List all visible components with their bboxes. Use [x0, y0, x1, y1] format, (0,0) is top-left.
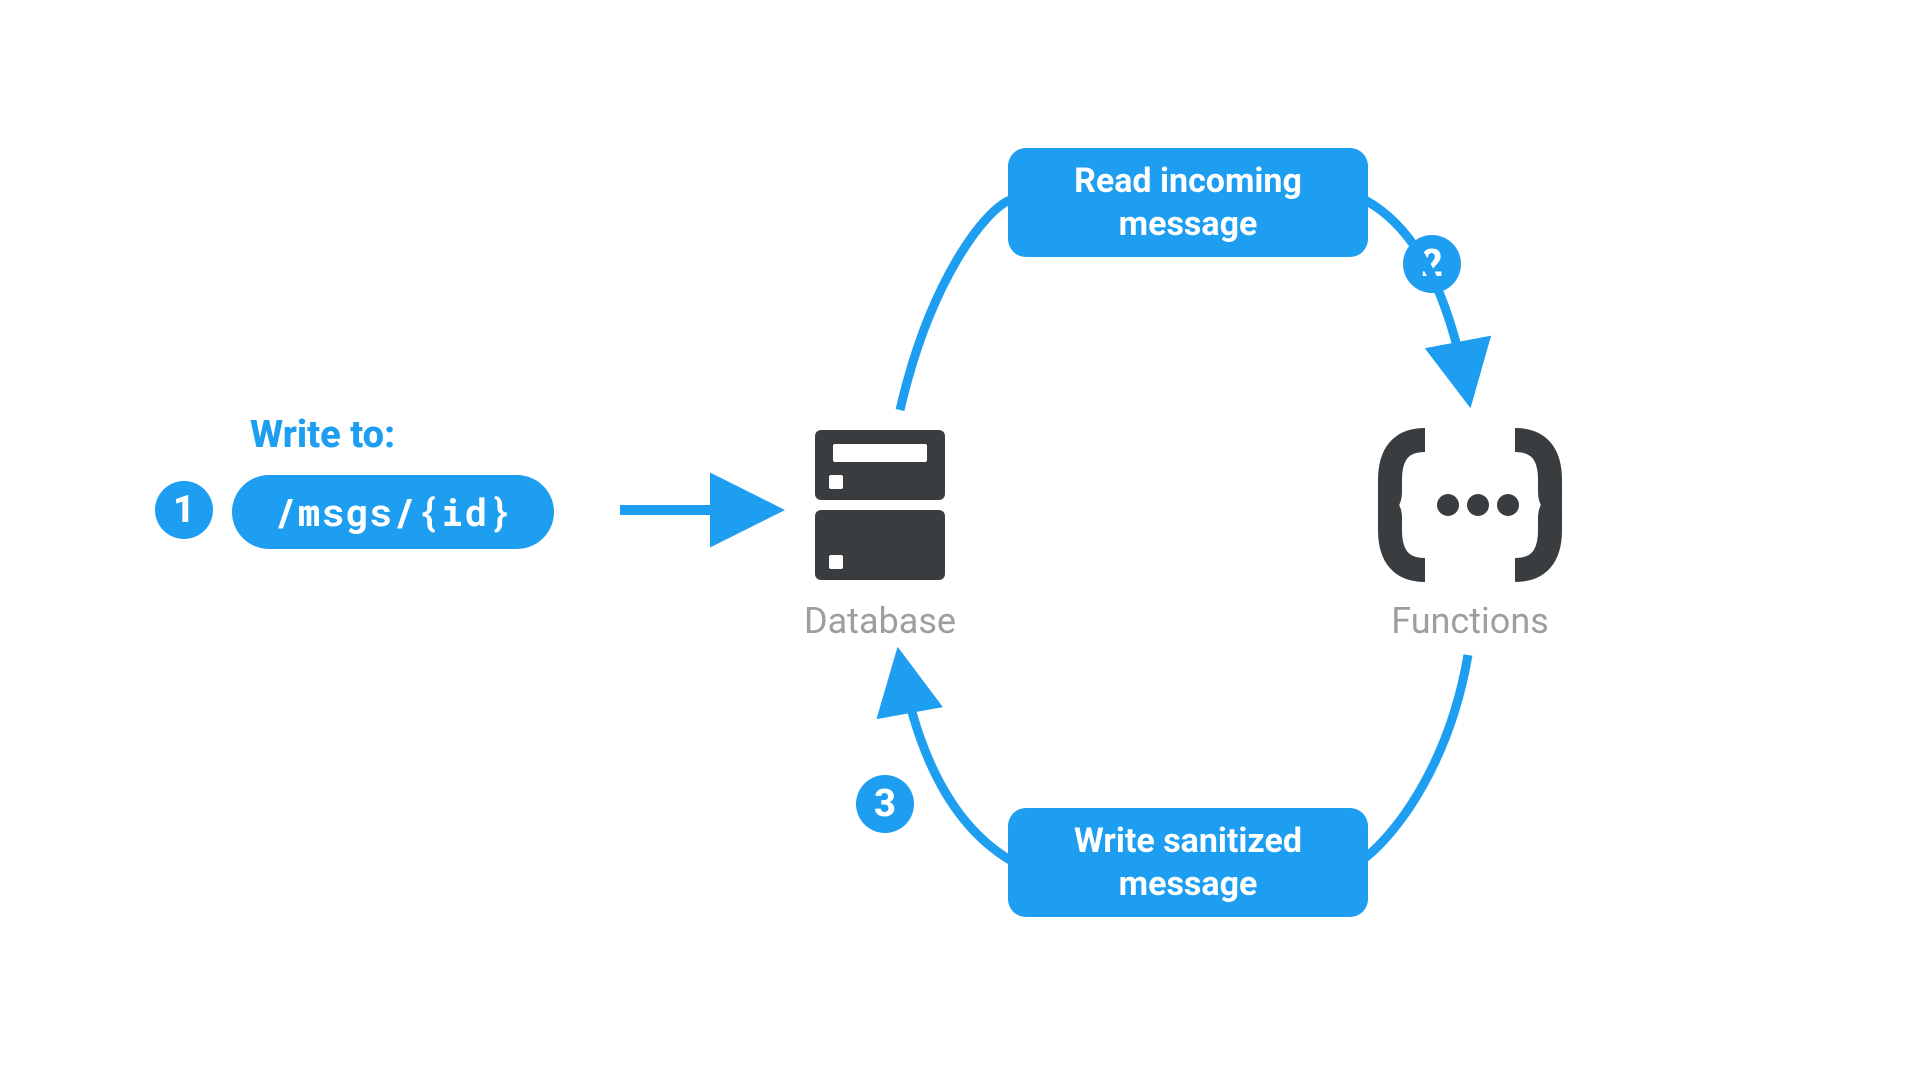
arc-write-to-db-return [900, 660, 1010, 860]
path-text: /msgs/{id} [274, 487, 512, 537]
functions-icon [1370, 420, 1570, 594]
step-2-number: 2 [1421, 242, 1443, 286]
step-3-number: 3 [874, 782, 896, 826]
flow-write-line2: message [1038, 863, 1338, 906]
arc-read-to-functions [1365, 200, 1468, 395]
step-3-badge: 3 [856, 775, 914, 833]
database-label: Database [780, 600, 980, 642]
step-1-number: 1 [173, 488, 195, 532]
arc-functions-to-write [1365, 655, 1468, 858]
step-2-badge: 2 [1403, 235, 1461, 293]
flow-write-sanitized: Write sanitized message [1008, 808, 1368, 917]
flow-read-line1: Read incoming [1038, 160, 1338, 203]
functions-label: Functions [1370, 600, 1570, 642]
flow-read-incoming: Read incoming message [1008, 148, 1368, 257]
write-to-label: Write to: [250, 413, 395, 457]
flow-read-line2: message [1038, 203, 1338, 246]
arc-db-to-read [900, 200, 1010, 410]
path-pill: /msgs/{id} [232, 475, 554, 549]
step-1-badge: 1 [155, 481, 213, 539]
database-icon [805, 420, 955, 594]
flow-write-line1: Write sanitized [1038, 820, 1338, 863]
